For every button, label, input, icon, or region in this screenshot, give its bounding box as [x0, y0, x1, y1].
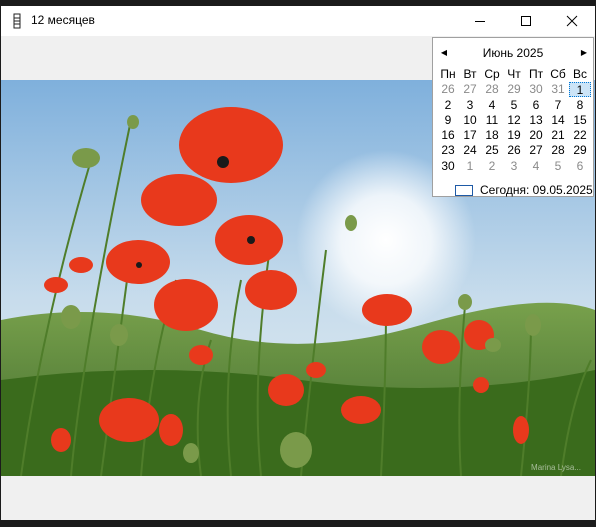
calendar-day-cell[interactable]: 29: [503, 82, 525, 97]
calendar-day-cell[interactable]: 2: [437, 98, 459, 113]
weekday-label: Пн: [440, 67, 456, 81]
calendar-day-cell[interactable]: 17: [459, 128, 481, 143]
calendar-day-cell[interactable]: 3: [459, 98, 481, 113]
calendar-day-cell[interactable]: 3: [503, 159, 525, 174]
weekday-label: Пт: [528, 67, 544, 81]
calendar-day-cell[interactable]: 26: [437, 82, 459, 97]
today-marker-icon: [455, 184, 473, 196]
calendar-day-cell[interactable]: 5: [503, 98, 525, 113]
calendar-week-row: 16 17 18 19 20 21 22: [437, 128, 591, 143]
calendar-week-row: 26 27 28 29 30 31 1: [437, 82, 591, 98]
calendar-day-cell[interactable]: 5: [547, 159, 569, 174]
minimize-icon: [475, 21, 485, 22]
calendar-day-cell[interactable]: 9: [437, 113, 459, 128]
calendar-day-cell[interactable]: 4: [525, 159, 547, 174]
weekday-label: Вт: [463, 67, 477, 81]
weekday-label: Ср: [484, 67, 500, 81]
calendar-month-title[interactable]: Июнь 2025: [433, 46, 593, 60]
app-icon: [13, 13, 21, 29]
photo-watermark: Marina Lysa...: [531, 463, 581, 472]
calendar-day-cell[interactable]: 6: [569, 159, 591, 174]
calendar-day-cell[interactable]: 15: [569, 113, 591, 128]
calendar-day-cell[interactable]: 28: [547, 143, 569, 158]
calendar-grid: Пн Вт Ср Чт Пт Сб Вс 26 27 28 29 30 31 1…: [437, 67, 591, 174]
calendar-day-cell[interactable]: 29: [569, 143, 591, 158]
maximize-icon: [521, 16, 531, 26]
calendar-day-cell[interactable]: 10: [459, 113, 481, 128]
calendar-week-row: 30 1 2 3 4 5 6: [437, 159, 591, 174]
calendar-day-cell[interactable]: 11: [481, 113, 503, 128]
calendar-day-cell[interactable]: 7: [547, 98, 569, 113]
calendar-day-cell[interactable]: 24: [459, 143, 481, 158]
close-icon: [566, 15, 578, 27]
calendar-day-cell[interactable]: 20: [525, 128, 547, 143]
window-title: 12 месяцев: [31, 13, 95, 27]
bottom-area: [1, 476, 595, 520]
calendar-day-cell[interactable]: 23: [437, 143, 459, 158]
calendar-day-cell[interactable]: 14: [547, 113, 569, 128]
calendar-day-cell[interactable]: 22: [569, 128, 591, 143]
calendar-day-cell[interactable]: 1: [459, 159, 481, 174]
calendar-day-cell[interactable]: 27: [459, 82, 481, 97]
calendar-day-cell[interactable]: 30: [437, 159, 459, 174]
next-month-icon[interactable]: ▶: [577, 45, 591, 59]
weekday-label: Вс: [572, 67, 587, 81]
today-link[interactable]: Сегодня: 09.05.2025: [455, 183, 593, 197]
calendar-day-cell[interactable]: 27: [525, 143, 547, 158]
calendar-day-cell[interactable]: 8: [569, 98, 591, 113]
calendar-day-cell[interactable]: 2: [481, 159, 503, 174]
calendar-day-cell[interactable]: 31: [547, 82, 569, 97]
minimize-button[interactable]: [457, 6, 503, 36]
calendar-day-cell[interactable]: 28: [481, 82, 503, 97]
calendar-day-cell[interactable]: 12: [503, 113, 525, 128]
calendar-week-row: 2 3 4 5 6 7 8: [437, 98, 591, 113]
title-bar[interactable]: 12 месяцев: [1, 6, 595, 36]
app-window: 12 месяцев Marina Lysa... ◀ Июнь 2025 ▶ …: [1, 6, 595, 520]
today-label: Сегодня: 09.05.2025: [480, 183, 593, 197]
calendar-day-cell[interactable]: 21: [547, 128, 569, 143]
calendar-week-row: 9 10 11 12 13 14 15: [437, 113, 591, 128]
calendar-day-cell[interactable]: 18: [481, 128, 503, 143]
calendar-day-cell[interactable]: 16: [437, 128, 459, 143]
calendar-day-selected[interactable]: 1: [569, 82, 591, 98]
calendar-header: ◀ Июнь 2025 ▶: [433, 44, 593, 62]
month-calendar[interactable]: ◀ Июнь 2025 ▶ Пн Вт Ср Чт Пт Сб Вс 26 27…: [432, 37, 594, 197]
weekday-label: Чт: [507, 67, 521, 81]
calendar-day-cell[interactable]: 30: [525, 82, 547, 97]
weekday-label: Сб: [550, 67, 566, 81]
calendar-day-cell[interactable]: 13: [525, 113, 547, 128]
calendar-day-cell[interactable]: 25: [481, 143, 503, 158]
calendar-day-cell[interactable]: 26: [503, 143, 525, 158]
calendar-day-cell[interactable]: 4: [481, 98, 503, 113]
weekday-header-row: Пн Вт Ср Чт Пт Сб Вс: [437, 67, 591, 82]
calendar-week-row: 23 24 25 26 27 28 29: [437, 143, 591, 158]
close-button[interactable]: [549, 6, 595, 36]
calendar-day-cell[interactable]: 6: [525, 98, 547, 113]
maximize-button[interactable]: [503, 6, 549, 36]
calendar-day-cell[interactable]: 19: [503, 128, 525, 143]
